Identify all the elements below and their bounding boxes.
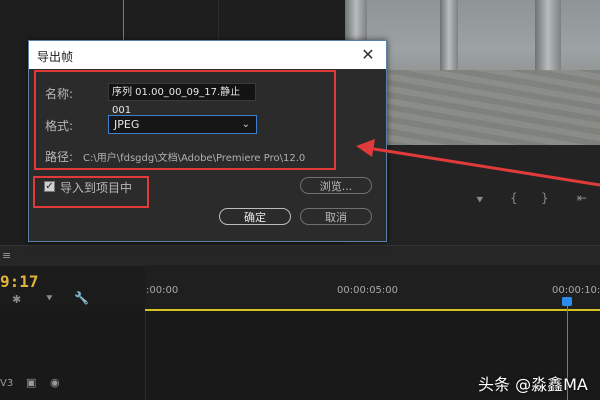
go-to-in-icon[interactable]: ⇤	[577, 191, 587, 205]
browse-button[interactable]: 浏览...	[300, 177, 372, 194]
mark-in-icon[interactable]: {	[510, 191, 518, 205]
track-label[interactable]: V3	[0, 378, 13, 389]
wrench-icon[interactable]: 🔧	[74, 291, 89, 305]
cancel-button[interactable]: 取消	[300, 208, 372, 225]
timeline-tools: ✱ ⯆ 🔧	[0, 288, 145, 308]
dialog-titlebar[interactable]: 导出帧 ✕	[29, 41, 386, 69]
playhead-line-top	[123, 0, 124, 40]
ruler-tick-label: 00:00:10:0	[552, 285, 600, 296]
eye-icon[interactable]: ◉	[50, 376, 60, 389]
track-header-divider	[145, 311, 146, 400]
camera-icon[interactable]: ▣	[26, 376, 36, 389]
annotation-box-import	[33, 176, 149, 208]
close-icon[interactable]: ✕	[356, 43, 380, 67]
watermark-text: 头条 @淼鑫MA	[478, 375, 588, 394]
ruler-tick-label: :00:00	[146, 285, 179, 296]
marker-icon[interactable]: ⯆	[475, 193, 485, 208]
dialog-title: 导出帧	[37, 50, 74, 64]
ruler-tick-label: 00:00:05:00	[337, 285, 399, 296]
add-marker-icon[interactable]: ⯆	[45, 292, 54, 306]
playhead-handle[interactable]	[562, 297, 572, 306]
mark-out-icon[interactable]: }	[541, 191, 549, 205]
annotation-box-settings	[34, 70, 336, 170]
ok-button[interactable]: 确定	[219, 208, 291, 225]
menu-icon[interactable]: ≡	[2, 249, 11, 262]
timeline-header	[0, 245, 600, 266]
snap-icon[interactable]: ✱	[12, 293, 21, 306]
panel-divider	[218, 0, 219, 40]
track-header-v3: V3 ▣ ◉	[0, 375, 145, 393]
